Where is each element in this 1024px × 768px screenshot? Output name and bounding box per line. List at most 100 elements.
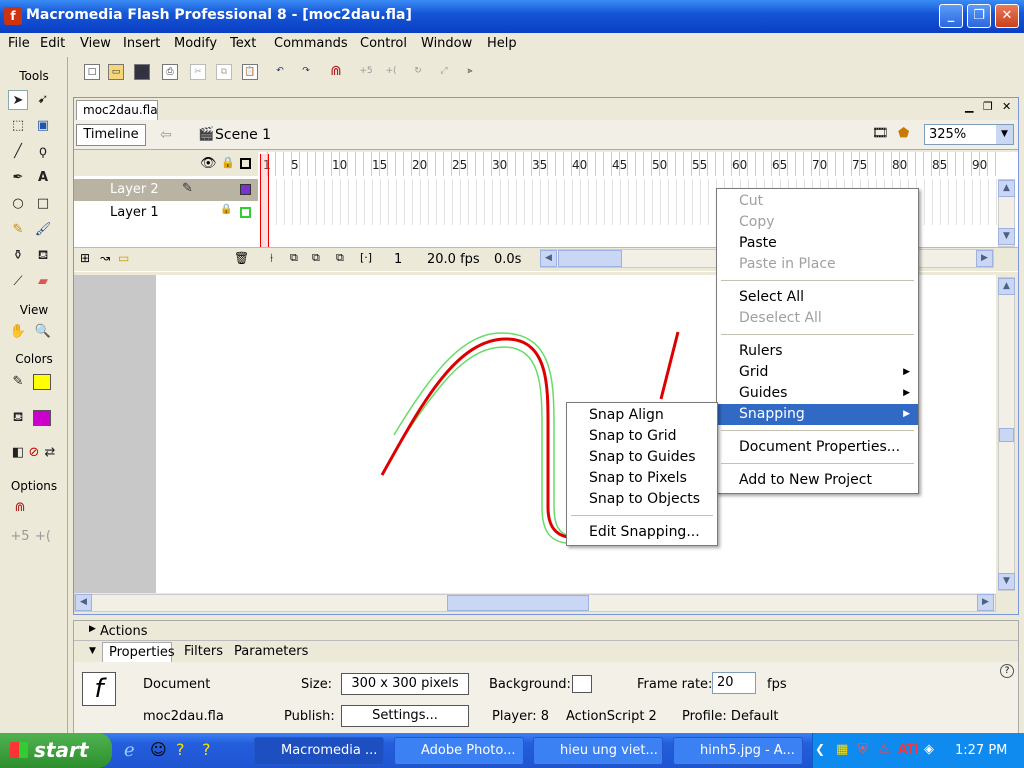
line-tool-icon[interactable]: ╱	[8, 142, 28, 162]
tray-volume-icon[interactable]: ◈	[924, 742, 934, 757]
ie-icon[interactable]: ℯ	[124, 740, 135, 761]
timeline-button[interactable]: Timeline	[76, 124, 146, 146]
layer-row-2[interactable]: Layer 2 ✎	[74, 179, 258, 201]
collapse-arrow-icon[interactable]: ▼	[89, 646, 96, 656]
back-arrow-icon[interactable]: ⇦	[160, 127, 172, 143]
task-macromedia[interactable]: Macromedia ...	[254, 737, 384, 765]
minimize-button[interactable]: _	[939, 4, 963, 28]
edit-symbol-icon[interactable]: ⬟	[898, 126, 909, 141]
menu-item-grid[interactable]: Grid ▶	[717, 362, 918, 383]
add-layer-icon[interactable]: ⊞	[80, 251, 90, 265]
layer-color-box[interactable]	[240, 184, 251, 195]
selection-tool-icon[interactable]: ➤	[8, 90, 28, 110]
open-icon[interactable]: ▭	[108, 64, 124, 80]
scroll-right-icon[interactable]: ▶	[977, 594, 994, 611]
menu-item-snap-to-grid[interactable]: Snap to Grid	[567, 426, 717, 447]
tab-filters[interactable]: Filters	[184, 644, 223, 659]
menu-view[interactable]: View	[80, 36, 111, 51]
swap-colors-icon[interactable]: ⇄	[40, 443, 60, 463]
menu-item-snap-to-pixels[interactable]: Snap to Pixels	[567, 468, 717, 489]
tab-parameters[interactable]: Parameters	[234, 644, 308, 659]
outline-icon[interactable]	[240, 158, 251, 169]
smooth-option-icon[interactable]: +5	[10, 527, 30, 547]
menu-insert[interactable]: Insert	[123, 36, 160, 51]
doc-restore-icon[interactable]: ❐	[983, 100, 993, 113]
menu-item-copy[interactable]: Copy	[717, 212, 918, 233]
edit-multiple-icon[interactable]: ⧉	[336, 251, 344, 265]
menu-item-document-properties[interactable]: Document Properties...	[717, 437, 918, 458]
tray-security-icon[interactable]: ⚠	[878, 742, 890, 757]
align-icon[interactable]: ⫸	[462, 64, 478, 80]
menu-commands[interactable]: Commands	[274, 36, 348, 51]
new-icon[interactable]: □	[84, 64, 100, 80]
tray-ati-icon[interactable]: ATI	[898, 742, 919, 756]
layer-row-1[interactable]: Layer 1 🔒	[74, 202, 258, 224]
menu-item-paste[interactable]: Paste	[717, 233, 918, 254]
task-image[interactable]: hinh5.jpg - A...	[673, 737, 803, 765]
zoom-tool-icon[interactable]: 🔍	[33, 322, 53, 342]
tray-shield-icon[interactable]: ⛨	[858, 742, 868, 757]
menu-item-snap-to-objects[interactable]: Snap to Objects	[567, 489, 717, 510]
lock-icon[interactable]: 🔒	[221, 156, 235, 169]
doc-minimize-icon[interactable]: ▁	[965, 100, 973, 113]
pencil-tool-icon[interactable]: ✎	[8, 220, 28, 240]
scroll-up-icon[interactable]: ▲	[998, 180, 1015, 197]
stage-vscroll-thumb[interactable]	[999, 428, 1014, 442]
menu-help[interactable]: Help	[487, 36, 517, 51]
help-icon[interactable]: ?	[1000, 664, 1014, 678]
pen-tool-icon[interactable]: ✒	[8, 168, 28, 188]
eraser-icon[interactable]: ▰	[33, 272, 53, 292]
edit-scene-icon[interactable]: 🎞	[872, 126, 889, 141]
onion-outline-icon[interactable]: ⧉	[312, 251, 320, 265]
menu-item-snapping[interactable]: Snapping ▶	[717, 404, 918, 425]
scene-label[interactable]: Scene 1	[215, 127, 271, 143]
menu-item-paste-in-place[interactable]: Paste in Place	[717, 254, 918, 275]
zoom-select[interactable]: 325% ▼	[924, 124, 1014, 145]
scroll-down-icon[interactable]: ▼	[998, 573, 1015, 590]
layer-color-box[interactable]	[240, 207, 251, 218]
timeline-hscroll-thumb[interactable]	[558, 250, 622, 267]
menu-file[interactable]: File	[8, 36, 30, 51]
fill-color-swatch[interactable]	[33, 410, 51, 426]
help-icon[interactable]: ?	[202, 740, 211, 759]
trash-icon[interactable]: 🗑	[234, 251, 249, 265]
messenger-icon[interactable]: ☺	[150, 740, 167, 759]
snap-magnet-icon[interactable]: ⋒	[328, 64, 344, 80]
menu-item-deselect-all[interactable]: Deselect All	[717, 308, 918, 329]
clock[interactable]: 1:27 PM	[955, 743, 1007, 758]
tray-expand-icon[interactable]: ❮	[815, 742, 825, 756]
add-folder-icon[interactable]: ▭	[118, 251, 129, 265]
settings-button[interactable]: Settings...	[341, 705, 469, 727]
free-transform-icon[interactable]: ⬚	[8, 116, 28, 136]
menu-item-snap-to-guides[interactable]: Snap to Guides	[567, 447, 717, 468]
task-photoshop[interactable]: Adobe Photo...	[394, 737, 524, 765]
onion-skin-icon[interactable]: ⧉	[290, 251, 298, 265]
menu-item-add-to-project[interactable]: Add to New Project	[717, 470, 918, 491]
menu-item-guides[interactable]: Guides ▶	[717, 383, 918, 404]
copy-icon[interactable]: ⧉	[216, 64, 232, 80]
scroll-left-icon[interactable]: ◀	[540, 250, 557, 267]
start-button[interactable]: start	[0, 733, 112, 768]
stroke-color-swatch[interactable]	[33, 374, 51, 390]
menu-item-cut[interactable]: Cut	[717, 191, 918, 212]
tab-properties[interactable]: Properties	[102, 642, 175, 662]
actions-panel-header[interactable]	[74, 621, 1018, 641]
straighten-icon[interactable]: +(	[383, 64, 399, 80]
add-guide-icon[interactable]: ↝	[100, 251, 110, 265]
size-button[interactable]: 300 x 300 pixels	[341, 673, 469, 695]
playhead[interactable]	[260, 154, 269, 248]
hand-tool-icon[interactable]: ✋	[8, 322, 28, 342]
frame-rate-field[interactable]: 20	[712, 672, 756, 694]
scroll-left-icon[interactable]: ◀	[75, 594, 92, 611]
menu-item-select-all[interactable]: Select All	[717, 287, 918, 308]
maximize-button[interactable]: ❐	[967, 4, 991, 28]
document-tab[interactable]: moc2dau.fla	[76, 100, 158, 120]
menu-edit[interactable]: Edit	[40, 36, 65, 51]
menu-text[interactable]: Text	[230, 36, 256, 51]
scroll-up-icon[interactable]: ▲	[998, 278, 1015, 295]
rectangle-tool-icon[interactable]: □	[33, 194, 53, 214]
paste-icon[interactable]: 📋	[242, 64, 258, 80]
save-icon[interactable]: ▪	[134, 64, 150, 80]
scale-icon[interactable]: ⤢	[436, 64, 452, 80]
cut-icon[interactable]: ✂	[190, 64, 206, 80]
